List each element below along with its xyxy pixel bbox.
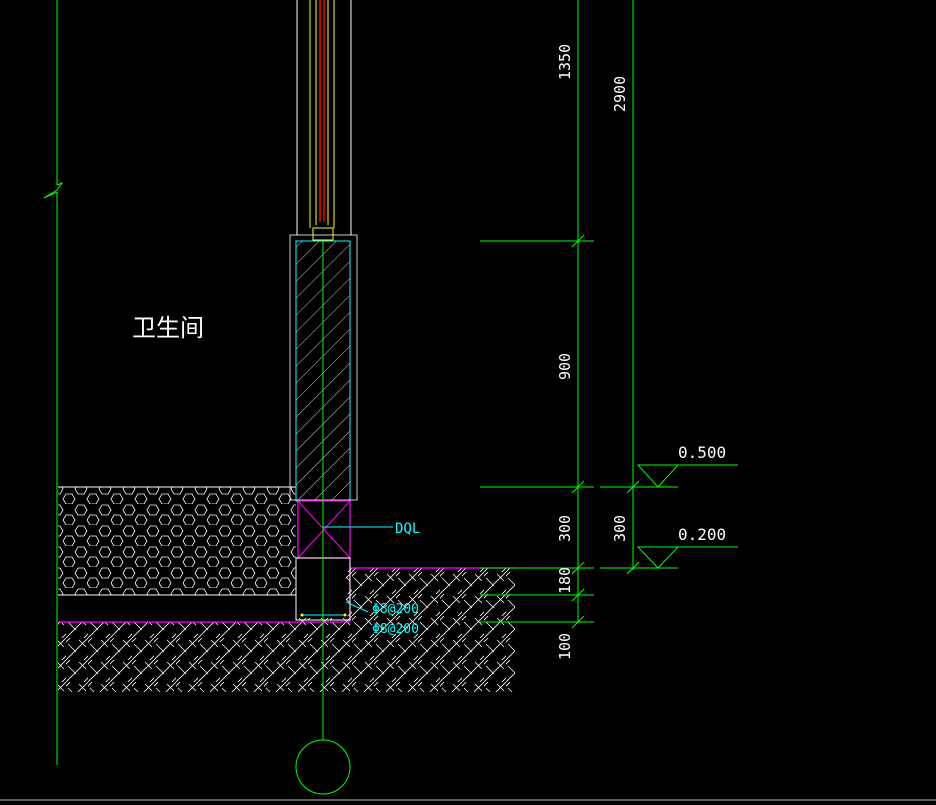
- gravel-layer: [58, 486, 296, 595]
- elevation-mark-2: 0.200: [636, 525, 738, 569]
- room-label: 卫生间: [132, 314, 204, 342]
- dim-2900: 2900: [611, 76, 629, 112]
- dim-900: 900: [556, 353, 574, 380]
- rebar-label-2: Φ8@200: [372, 622, 419, 637]
- dim-180: 180: [556, 567, 574, 594]
- dim-300-outer: 300: [611, 515, 629, 542]
- beam-label: DQL: [395, 521, 420, 537]
- window-frame: [296, 0, 352, 241]
- elevation-mark-1: 0.500: [636, 443, 738, 488]
- dim-1350: 1350: [556, 44, 574, 80]
- dql-leader: DQL: [323, 521, 420, 537]
- dim-100: 100: [556, 633, 574, 660]
- rebar-label-1: Φ8@200: [372, 602, 419, 617]
- dimension-chain-inner: [480, 0, 594, 629]
- dim-300-inner: 300: [556, 515, 574, 542]
- axis-bubble: [295, 739, 351, 795]
- elevation-0500: 0.500: [678, 443, 726, 462]
- cad-section-drawing: 卫生间 DQL Φ8@200 Φ8@200 1350 900 300 180 1…: [0, 0, 936, 801]
- elevation-0200: 0.200: [678, 525, 726, 544]
